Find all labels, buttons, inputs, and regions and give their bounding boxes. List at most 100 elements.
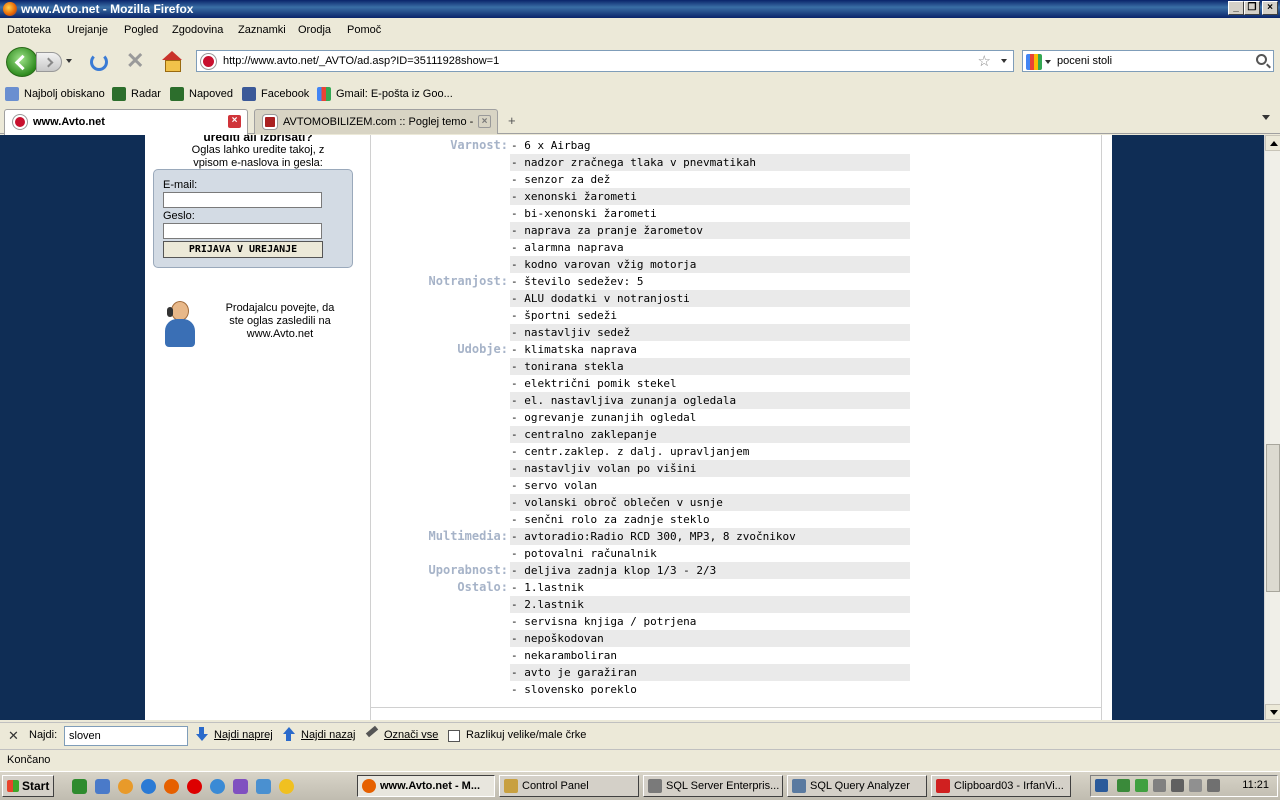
bookmark-radar[interactable]: Radar	[112, 86, 161, 102]
language-icon[interactable]	[1095, 779, 1108, 792]
bookmark-forecast[interactable]: Napoved	[170, 86, 233, 102]
menu-view[interactable]: Pogled	[124, 24, 158, 36]
equipment-item: - avto je garažiran	[510, 664, 910, 681]
equipment-item: - servo volan	[511, 479, 598, 492]
task-control-panel[interactable]: Control Panel	[499, 775, 639, 797]
close-button[interactable]: ×	[1262, 1, 1278, 15]
task-sql-enterprise[interactable]: SQL Server Enterpris...	[643, 775, 783, 797]
forum-favicon-icon	[263, 115, 277, 129]
back-button[interactable]	[6, 47, 38, 77]
arrow-up-icon[interactable]	[283, 727, 295, 741]
close-tab-icon[interactable]: ×	[478, 115, 491, 128]
signal-icon[interactable]	[1135, 779, 1148, 792]
internet-explorer-icon[interactable]	[141, 779, 156, 794]
bookmark-most-visited[interactable]: Najbolj obiskano	[5, 86, 105, 102]
close-find-icon[interactable]: ✕	[8, 728, 19, 744]
equipment-item: - 6 x Airbag	[511, 139, 591, 152]
highlight-pen-icon[interactable]	[365, 725, 379, 738]
equipment-item: - bi-xenonski žarometi	[511, 207, 657, 220]
equipment-category: Varnost:	[450, 138, 508, 152]
menu-history[interactable]: Zgodovina	[172, 24, 223, 36]
email-field[interactable]	[163, 192, 322, 208]
reload-icon[interactable]	[90, 53, 108, 71]
bookmark-facebook[interactable]: Facebook	[242, 86, 309, 102]
task-irfanview[interactable]: Clipboard03 - IrfanVi...	[931, 775, 1071, 797]
tab-avto[interactable]: www.Avto.net ×	[4, 109, 248, 135]
equipment-item: - volanski obroč oblečen v usnje	[510, 494, 910, 511]
close-tab-icon[interactable]: ×	[228, 115, 241, 128]
media-player-icon[interactable]	[279, 779, 294, 794]
find-next-button[interactable]: Najdi naprej	[214, 729, 273, 741]
address-input[interactable]: http://www.avto.net/_AVTO/ad.asp?ID=3511…	[223, 55, 499, 67]
quicklaunch-globe-icon[interactable]	[210, 779, 225, 794]
opera-icon[interactable]	[187, 779, 202, 794]
url-dropdown-icon[interactable]	[1001, 59, 1007, 63]
google-icon[interactable]	[1026, 54, 1042, 70]
menu-edit[interactable]: Urejanje	[67, 24, 108, 36]
equipment-item: - senčni rolo za zadnje steklo	[511, 513, 710, 526]
equipment-item: - 1.lastnik	[511, 581, 584, 594]
password-field[interactable]	[163, 223, 322, 239]
equipment-item: - slovensko poreklo	[511, 683, 637, 696]
network-icon[interactable]	[1117, 779, 1130, 792]
find-input[interactable]	[64, 726, 188, 746]
list-tabs-icon[interactable]	[1262, 115, 1270, 120]
edit-hint-line1: Oglas lahko uredite takoj, z	[191, 144, 325, 156]
home-icon[interactable]	[162, 51, 182, 72]
vertical-scrollbar[interactable]	[1264, 135, 1280, 720]
scroll-down-icon[interactable]	[1265, 704, 1280, 720]
quicklaunch-app-icon[interactable]	[118, 779, 133, 794]
equipment-item: - kodno varovan vžig motorja	[510, 256, 910, 273]
quicklaunch-app-icon[interactable]	[233, 779, 248, 794]
equipment-item: - tonirana stekla	[510, 358, 910, 375]
tab-avtomobilizem[interactable]: AVTOMOBILIZEM.com :: Poglej temo - ... ×	[254, 109, 498, 134]
equipment-category: Notranjost:	[428, 274, 508, 288]
quicklaunch-app-icon[interactable]	[256, 779, 271, 794]
quicklaunch-network-icon[interactable]	[95, 779, 110, 794]
status-bar: Končano	[0, 749, 1280, 770]
bookmark-star-icon[interactable]: ☆	[978, 52, 991, 70]
search-icon[interactable]	[1256, 54, 1267, 65]
search-engine-dropdown-icon[interactable]	[1045, 60, 1051, 64]
minimize-button[interactable]: _	[1228, 1, 1244, 15]
tray-app-icon[interactable]	[1171, 779, 1184, 792]
menu-help[interactable]: Pomoč	[347, 24, 381, 36]
equipment-item: - električni pomik stekel	[511, 377, 677, 390]
volume-icon[interactable]	[1207, 779, 1220, 792]
stop-icon[interactable]: ✕	[126, 50, 144, 72]
match-case-checkbox[interactable]	[448, 730, 460, 742]
scroll-thumb[interactable]	[1266, 444, 1280, 592]
equipment-item: - število sedežev: 5	[511, 275, 644, 288]
address-bar[interactable]: http://www.avto.net/_AVTO/ad.asp?ID=3511…	[196, 50, 1014, 72]
equipment-item: - centr.zaklep. z dalj. upravljanjem	[511, 445, 750, 458]
scroll-up-icon[interactable]	[1265, 135, 1280, 151]
restore-button[interactable]: ❐	[1244, 1, 1260, 15]
task-sql-query-analyzer[interactable]: SQL Query Analyzer	[787, 775, 927, 797]
bookmark-gmail[interactable]: Gmail: E-pošta iz Goo...	[317, 86, 453, 102]
tray-app-icon[interactable]	[1189, 779, 1202, 792]
forward-button[interactable]	[36, 52, 62, 72]
equipment-item: - el. nastavljiva zunanja ogledala	[510, 392, 910, 409]
menu-tools[interactable]: Orodja	[298, 24, 331, 36]
new-tab-icon[interactable]: +	[508, 113, 516, 128]
irfanview-icon	[936, 779, 950, 793]
task-firefox[interactable]: www.Avto.net - M...	[357, 775, 495, 797]
tab-bar: www.Avto.net × AVTOMOBILIZEM.com :: Pogl…	[0, 107, 1280, 135]
login-edit-button[interactable]: PRIJAVA V UREJANJE	[163, 241, 323, 258]
menu-bookmarks[interactable]: Zaznamki	[238, 24, 286, 36]
tray-app-icon[interactable]	[1153, 779, 1166, 792]
highlight-all-button[interactable]: Označi vse	[384, 729, 438, 741]
equipment-item: - xenonski žarometi	[510, 188, 910, 205]
start-button[interactable]: Start	[2, 775, 54, 797]
firefox-icon	[3, 2, 17, 16]
seller-note: Prodajalcu povejte, da ste oglas zasledi…	[225, 302, 335, 340]
arrow-down-icon[interactable]	[196, 727, 208, 741]
quicklaunch-app-icon[interactable]	[72, 779, 87, 794]
find-previous-button[interactable]: Najdi nazaj	[301, 729, 355, 741]
search-input[interactable]: poceni stoli	[1057, 55, 1112, 67]
search-box[interactable]: poceni stoli	[1022, 50, 1274, 72]
menu-file[interactable]: Datoteka	[7, 24, 51, 36]
find-label: Najdi:	[29, 729, 58, 741]
firefox-icon[interactable]	[164, 779, 179, 794]
history-dropdown-icon[interactable]	[66, 59, 72, 63]
